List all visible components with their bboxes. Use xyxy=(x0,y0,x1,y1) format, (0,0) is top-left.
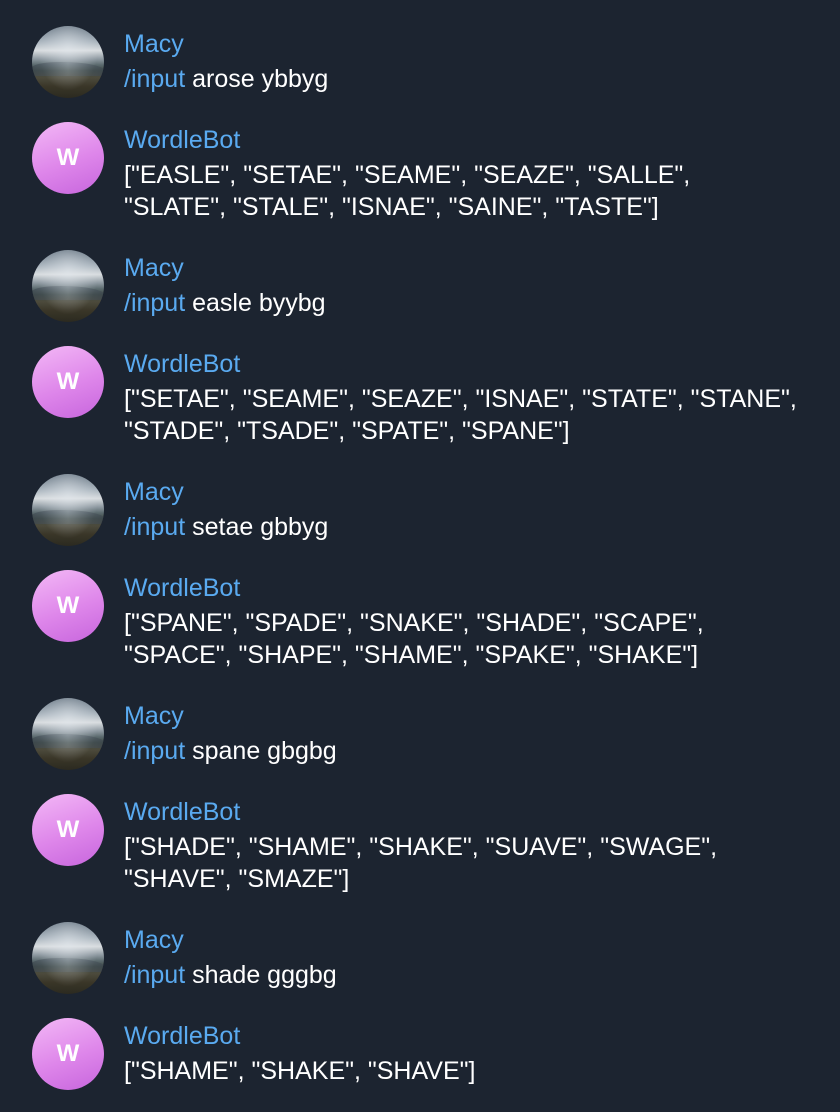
bot-avatar[interactable]: W xyxy=(32,1018,104,1090)
sender-name[interactable]: Macy xyxy=(124,700,836,732)
command-link[interactable]: /input xyxy=(124,65,185,93)
command-link[interactable]: /input xyxy=(124,513,185,541)
user-avatar[interactable] xyxy=(32,698,104,770)
sender-name[interactable]: Macy xyxy=(124,28,836,60)
message-line: "SPACE", "SHAPE", "SHAME", "SPAKE", "SHA… xyxy=(124,641,699,669)
message-line: ["SHAME", "SHAKE", "SHAVE"] xyxy=(124,1057,476,1085)
avatar-initial: W xyxy=(56,1040,80,1067)
message-text: /input easle byybg xyxy=(124,287,836,319)
message-line: "SLATE", "STALE", "ISNAE", "SAINE", "TAS… xyxy=(124,193,659,221)
message-text: ["EASLE", "SETAE", "SEAME", "SEAZE", "SA… xyxy=(124,159,836,223)
message-text: ["SHAME", "SHAKE", "SHAVE"] xyxy=(124,1055,836,1087)
sender-name[interactable]: Macy xyxy=(124,252,836,284)
avatar-initial: W xyxy=(56,592,80,619)
message-text: ["SHADE", "SHAME", "SHAKE", "SUAVE", "SW… xyxy=(124,831,836,895)
message-line: "SHAVE", "SMAZE"] xyxy=(124,865,350,893)
message-line: ["SETAE", "SEAME", "SEAZE", "ISNAE", "ST… xyxy=(124,385,797,413)
message-text: /input setae gbbyg xyxy=(124,511,836,543)
chat-history: Macy /input arose ybbyg W WordleBot ["EA… xyxy=(0,0,840,1112)
message-text: /input shade gggbg xyxy=(124,959,836,991)
sender-name[interactable]: Macy xyxy=(124,476,836,508)
message-content: WordleBot ["SHAME", "SHAKE", "SHAVE"] xyxy=(124,1020,836,1087)
sender-name[interactable]: WordleBot xyxy=(124,124,836,156)
message-content: Macy /input easle byybg xyxy=(124,252,836,319)
message-text: /input spane gbgbg xyxy=(124,735,836,767)
sender-name[interactable]: WordleBot xyxy=(124,1020,836,1052)
bot-avatar[interactable]: W xyxy=(32,122,104,194)
bot-avatar[interactable]: W xyxy=(32,570,104,642)
message-line: ["EASLE", "SETAE", "SEAME", "SEAZE", "SA… xyxy=(124,161,691,189)
message-text: /input arose ybbyg xyxy=(124,63,836,95)
command-link[interactable]: /input xyxy=(124,737,185,765)
message-content: WordleBot ["SPANE", "SPADE", "SNAKE", "S… xyxy=(124,572,836,671)
user-avatar[interactable] xyxy=(32,474,104,546)
message-content: Macy /input spane gbgbg xyxy=(124,700,836,767)
command-args: shade gggbg xyxy=(185,961,337,989)
message-content: Macy /input shade gggbg xyxy=(124,924,836,991)
message-content: WordleBot ["EASLE", "SETAE", "SEAME", "S… xyxy=(124,124,836,223)
avatar-initial: W xyxy=(56,816,80,843)
bot-avatar[interactable]: W xyxy=(32,794,104,866)
command-args: spane gbgbg xyxy=(185,737,337,765)
message-line: ["SHADE", "SHAME", "SHAKE", "SUAVE", "SW… xyxy=(124,833,718,861)
avatar-initial: W xyxy=(56,368,80,395)
command-link[interactable]: /input xyxy=(124,289,185,317)
message-content: WordleBot ["SETAE", "SEAME", "SEAZE", "I… xyxy=(124,348,836,447)
sender-name[interactable]: WordleBot xyxy=(124,348,836,380)
message-content: Macy /input arose ybbyg xyxy=(124,28,836,95)
message-line: "STADE", "TSADE", "SPATE", "SPANE"] xyxy=(124,417,570,445)
sender-name[interactable]: Macy xyxy=(124,924,836,956)
message-content: Macy /input setae gbbyg xyxy=(124,476,836,543)
avatar-initial: W xyxy=(56,144,80,171)
bot-avatar[interactable]: W xyxy=(32,346,104,418)
user-avatar[interactable] xyxy=(32,250,104,322)
message-content: WordleBot ["SHADE", "SHAME", "SHAKE", "S… xyxy=(124,796,836,895)
command-args: arose ybbyg xyxy=(185,65,329,93)
sender-name[interactable]: WordleBot xyxy=(124,796,836,828)
command-args: setae gbbyg xyxy=(185,513,329,541)
user-avatar[interactable] xyxy=(32,922,104,994)
user-avatar[interactable] xyxy=(32,26,104,98)
command-args: easle byybg xyxy=(185,289,326,317)
message-text: ["SPANE", "SPADE", "SNAKE", "SHADE", "SC… xyxy=(124,607,836,671)
message-line: ["SPANE", "SPADE", "SNAKE", "SHADE", "SC… xyxy=(124,609,704,637)
sender-name[interactable]: WordleBot xyxy=(124,572,836,604)
command-link[interactable]: /input xyxy=(124,961,185,989)
message-text: ["SETAE", "SEAME", "SEAZE", "ISNAE", "ST… xyxy=(124,383,836,447)
